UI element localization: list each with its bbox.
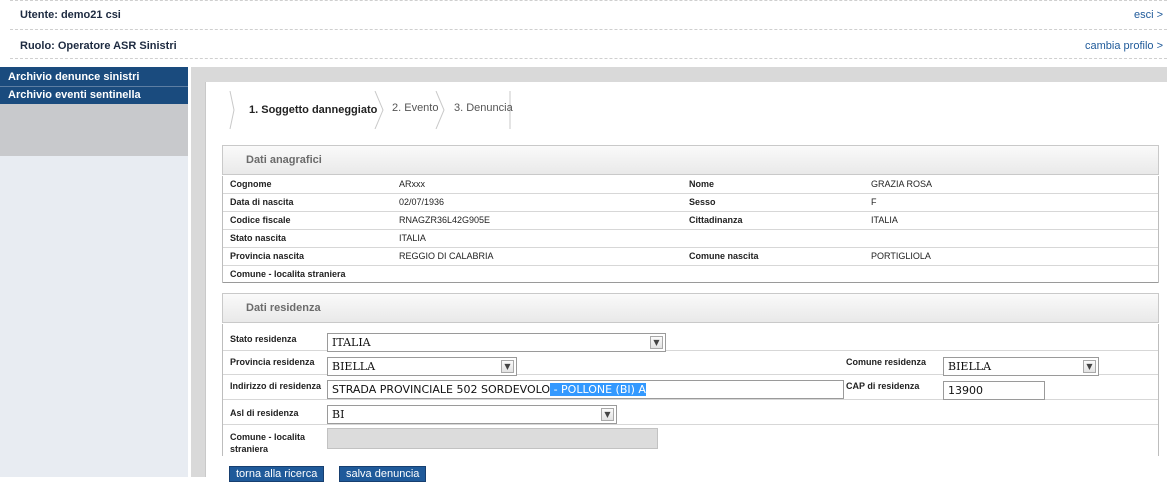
- comune-nascita-value: PORTIGLIOLA: [871, 251, 931, 261]
- stato-nascita-value: ITALIA: [399, 233, 426, 243]
- table-row: Codice fiscale RNAGZR36L42G905E Cittadin…: [223, 212, 1158, 230]
- asl-residenza-value: BI: [332, 408, 345, 421]
- comune-straniera-label-line2: straniera: [230, 444, 269, 454]
- section-dati-residenza: Dati residenza: [222, 293, 1159, 323]
- sidebar-item-archivio-eventi[interactable]: Archivio eventi sentinella: [0, 87, 188, 104]
- tab-evento[interactable]: 2. Evento: [392, 89, 438, 127]
- provincia-residenza-select[interactable]: BIELLA ▼: [327, 357, 517, 376]
- top-header: Utente: demo21 csi Ruolo: Operatore ASR …: [0, 0, 1167, 67]
- provincia-nascita-label: Provincia nascita: [230, 251, 305, 261]
- cognome-label: Cognome: [230, 179, 272, 189]
- anagrafici-grid: Cognome ARxxx Nome GRAZIA ROSA Data di n…: [222, 176, 1159, 283]
- cognome-value: ARxxx: [399, 179, 426, 189]
- codice-fiscale-label: Codice fiscale: [230, 215, 291, 225]
- save-report-button[interactable]: salva denuncia: [339, 466, 427, 482]
- stato-residenza-value: ITALIA: [332, 336, 371, 349]
- logout-link[interactable]: esci >: [1134, 9, 1163, 21]
- comune-residenza-label: Comune residenza: [846, 357, 927, 367]
- provincia-residenza-label: Provincia residenza: [230, 357, 315, 367]
- sesso-value: F: [871, 197, 877, 207]
- table-row: Cognome ARxxx Nome GRAZIA ROSA: [223, 176, 1158, 194]
- data-nascita-value: 02/07/1936: [399, 197, 445, 207]
- data-nascita-label: Data di nascita: [230, 197, 294, 207]
- table-row: Data di nascita 02/07/1936 Sesso F: [223, 194, 1158, 212]
- chevron-down-icon[interactable]: ▼: [650, 336, 663, 349]
- comune-residenza-select[interactable]: BIELLA ▼: [943, 357, 1099, 376]
- chevron-down-icon[interactable]: ▼: [601, 408, 614, 421]
- comune-straniera-label-line1: Comune - localita: [230, 432, 306, 442]
- table-row: Comune - localita straniera: [223, 266, 1158, 283]
- indirizzo-residenza-label: Indirizzo di residenza: [230, 381, 322, 391]
- nome-value: GRAZIA ROSA: [871, 179, 933, 189]
- asl-residenza-label: Asl di residenza: [230, 408, 299, 418]
- cap-residenza-label: CAP di residenza: [846, 381, 920, 391]
- cittadinanza-label: Cittadinanza: [689, 215, 743, 225]
- table-row: Stato nascita ITALIA: [223, 230, 1158, 248]
- stato-residenza-label: Stato residenza: [230, 334, 297, 344]
- chevron-down-icon[interactable]: ▼: [501, 360, 514, 373]
- cap-residenza-value: 13900: [948, 384, 983, 397]
- cap-residenza-input[interactable]: 13900: [943, 381, 1045, 400]
- nome-label: Nome: [689, 179, 715, 189]
- table-row: Provincia nascita REGGIO DI CALABRIA Com…: [223, 248, 1158, 266]
- indirizzo-selected-text: - POLLONE (BI) A: [550, 383, 646, 396]
- tab-soggetto-danneggiato[interactable]: 1. Soggetto danneggiato: [249, 91, 377, 129]
- cittadinanza-value: ITALIA: [871, 215, 898, 225]
- sidebar-item-archivio-denunce[interactable]: Archivio denunce sinistri: [0, 69, 188, 86]
- chevron-down-icon[interactable]: ▼: [1083, 360, 1096, 373]
- role-label: Ruolo: Operatore ASR Sinistri: [20, 40, 177, 52]
- sesso-label: Sesso: [689, 197, 716, 207]
- provincia-nascita-value: REGGIO DI CALABRIA: [399, 251, 494, 261]
- tab-denuncia[interactable]: 3. Denuncia: [454, 89, 513, 127]
- change-profile-link[interactable]: cambia profilo >: [1085, 40, 1163, 52]
- indirizzo-residenza-value: STRADA PROVINCIALE 502 SORDEVOLO: [332, 383, 551, 396]
- back-to-search-button[interactable]: torna alla ricerca: [229, 466, 325, 482]
- user-label: Utente: demo21 csi: [20, 9, 121, 21]
- comune-localita-straniera-label: Comune - localita straniera: [230, 269, 346, 279]
- asl-residenza-select[interactable]: BI ▼: [327, 405, 617, 424]
- section-dati-anagrafici: Dati anagrafici: [222, 145, 1159, 175]
- comune-straniera-input[interactable]: [327, 428, 658, 449]
- comune-residenza-value: BIELLA: [948, 360, 992, 373]
- indirizzo-residenza-input[interactable]: STRADA PROVINCIALE 502 SORDEVOLO - POLLO…: [327, 380, 844, 399]
- sidebar: Archivio denunce sinistri Archivio event…: [0, 67, 188, 477]
- stato-nascita-label: Stato nascita: [230, 233, 287, 243]
- provincia-residenza-value: BIELLA: [332, 360, 376, 373]
- stato-residenza-select[interactable]: ITALIA ▼: [327, 333, 666, 352]
- codice-fiscale-value: RNAGZR36L42G905E: [399, 215, 491, 225]
- comune-nascita-label: Comune nascita: [689, 251, 759, 261]
